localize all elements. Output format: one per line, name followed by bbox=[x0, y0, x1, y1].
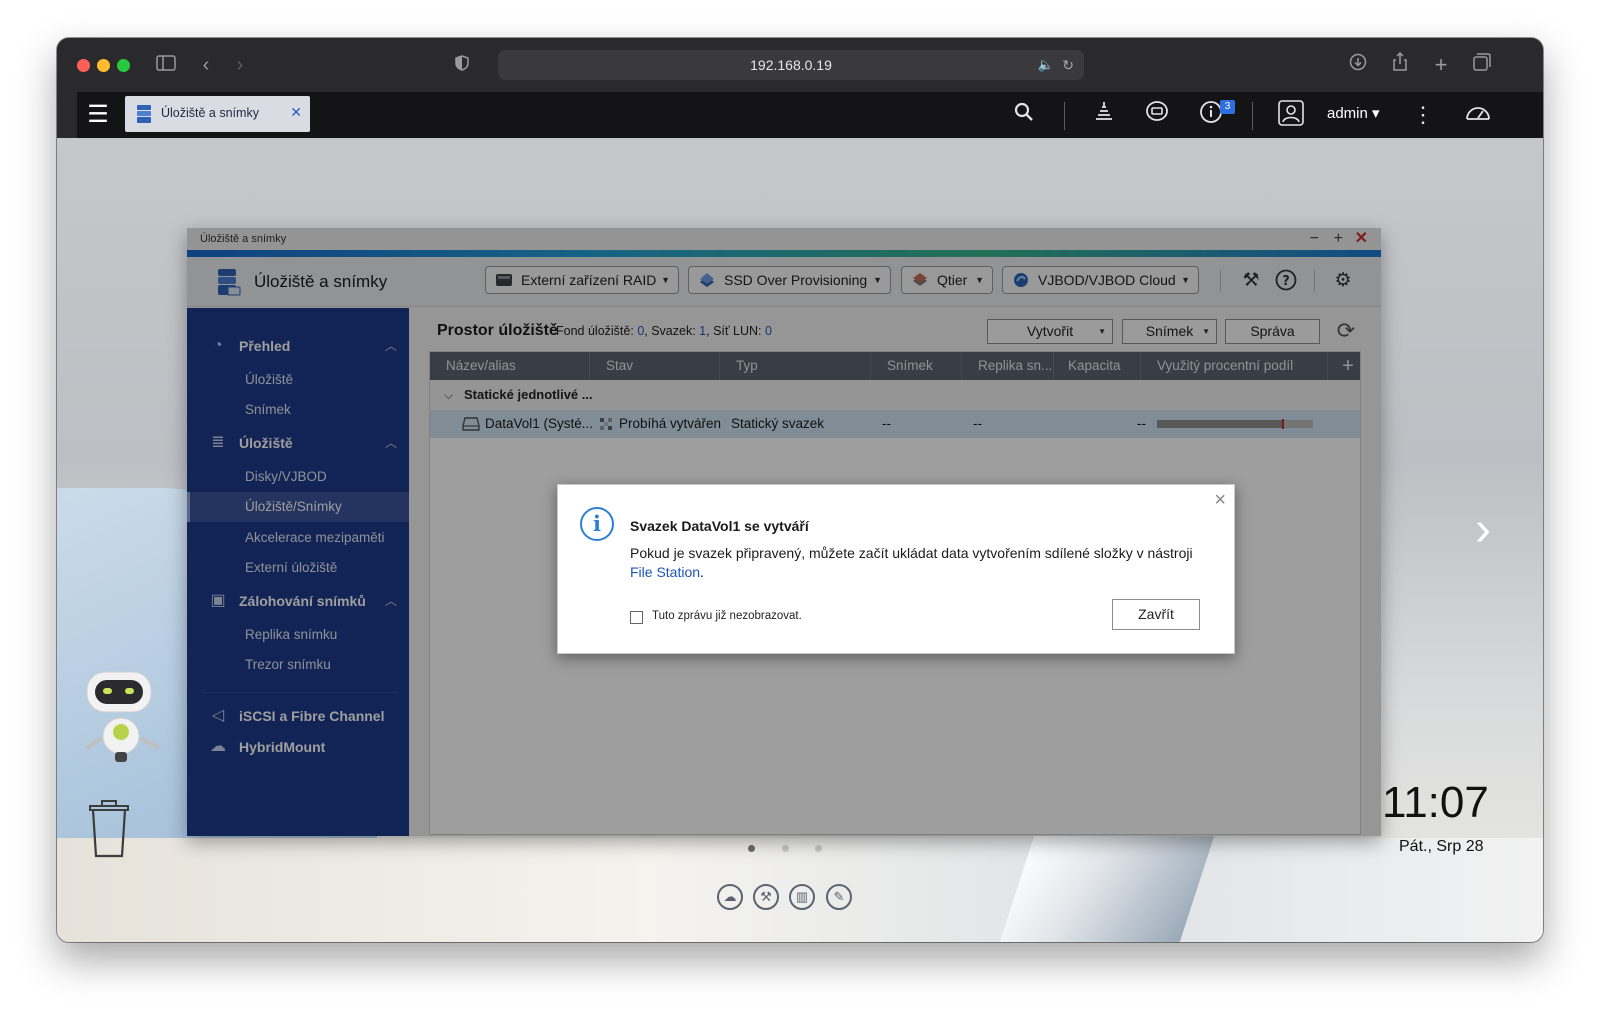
external-device-icon[interactable] bbox=[1142, 100, 1172, 130]
desktop-date: Pát., Srp 28 bbox=[1399, 838, 1484, 855]
user-avatar-icon[interactable] bbox=[1276, 100, 1306, 130]
robot-assistant-icon[interactable] bbox=[79, 668, 171, 768]
notification-badge: 3 bbox=[1220, 100, 1235, 114]
minimize-window-button[interactable] bbox=[97, 59, 110, 72]
speaker-icon[interactable]: 🔈 bbox=[1038, 50, 1054, 80]
dialog-title: Svazek DataVol1 se vytváří bbox=[630, 518, 809, 534]
desktop-page-dot-3[interactable] bbox=[815, 845, 822, 852]
browser-window: ‹ › 192.168.0.19 🔈 ↻ + ☰ Úložiště a sním… bbox=[57, 38, 1543, 942]
shield-icon[interactable] bbox=[449, 52, 475, 78]
topbar-divider bbox=[1252, 102, 1253, 130]
browser-toolbar: ‹ › 192.168.0.19 🔈 ↻ + bbox=[57, 38, 1543, 92]
download-icon[interactable] bbox=[1345, 52, 1371, 78]
dialog-close-icon[interactable]: × bbox=[1214, 490, 1226, 510]
dialog-message: Pokud je svazek připravený, můžete začít… bbox=[630, 544, 1220, 582]
topbar-edge bbox=[57, 92, 77, 138]
storage-app-icon bbox=[137, 105, 151, 123]
dashboard-icon[interactable] bbox=[1463, 100, 1493, 130]
back-icon[interactable]: ‹ bbox=[193, 52, 219, 78]
columns-icon[interactable]: ▥ bbox=[789, 884, 815, 910]
info-icon: i bbox=[580, 507, 614, 541]
volume-creating-dialog: × i Svazek DataVol1 se vytváří Pokud je … bbox=[557, 484, 1235, 654]
more-options-icon[interactable]: ⋮ bbox=[1408, 100, 1438, 130]
cloud-icon[interactable]: ☁ bbox=[717, 884, 743, 910]
search-icon[interactable] bbox=[1009, 100, 1039, 130]
dont-show-again-label[interactable]: Tuto zprávu již nezobrazovat. bbox=[652, 610, 802, 622]
wallpaper-shape bbox=[998, 833, 1216, 942]
app-tab-label: Úložiště a snímky bbox=[161, 106, 259, 120]
topbar-divider bbox=[1064, 102, 1065, 130]
notes-icon[interactable]: ✎ bbox=[826, 884, 852, 910]
sidebar-toggle-icon[interactable] bbox=[153, 52, 179, 78]
dialog-message-suffix: . bbox=[700, 564, 704, 580]
tab-overview-icon[interactable] bbox=[1469, 52, 1495, 78]
share-icon[interactable] bbox=[1387, 51, 1413, 79]
desktop-page-dot-1[interactable] bbox=[748, 845, 755, 852]
close-dialog-button[interactable]: Zavřít bbox=[1112, 599, 1200, 630]
url-bar[interactable]: 192.168.0.19 🔈 ↻ bbox=[498, 50, 1084, 80]
main-menu-icon[interactable]: ☰ bbox=[77, 101, 119, 131]
dont-show-again-checkbox[interactable] bbox=[630, 611, 643, 624]
recycle-bin-icon[interactable] bbox=[86, 798, 132, 858]
close-window-button[interactable] bbox=[77, 59, 90, 72]
reload-icon[interactable]: ↻ bbox=[1062, 50, 1074, 80]
background-tasks-icon[interactable] bbox=[1089, 100, 1119, 130]
tools-icon[interactable]: ⚒ bbox=[753, 884, 779, 910]
file-station-link[interactable]: File Station bbox=[630, 564, 700, 580]
close-tab-icon[interactable]: ✕ bbox=[290, 104, 302, 121]
qts-topbar: ☰ Úložiště a snímky ✕ 3 admin ▾ ⋮ bbox=[57, 92, 1543, 138]
desktop-page-dot-2[interactable] bbox=[782, 845, 789, 852]
url-text: 192.168.0.19 bbox=[750, 57, 832, 73]
forward-icon[interactable]: › bbox=[227, 52, 253, 78]
dialog-message-text: Pokud je svazek připravený, můžete začít… bbox=[630, 545, 1193, 561]
app-tab-storage[interactable]: Úložiště a snímky ✕ bbox=[125, 96, 310, 132]
new-tab-icon[interactable]: + bbox=[1428, 52, 1454, 78]
zoom-window-button[interactable] bbox=[117, 59, 130, 72]
user-menu[interactable]: admin ▾ bbox=[1327, 104, 1380, 122]
next-desktop-icon[interactable]: › bbox=[1475, 506, 1491, 554]
desktop-clock: 11:07 bbox=[1382, 778, 1489, 827]
